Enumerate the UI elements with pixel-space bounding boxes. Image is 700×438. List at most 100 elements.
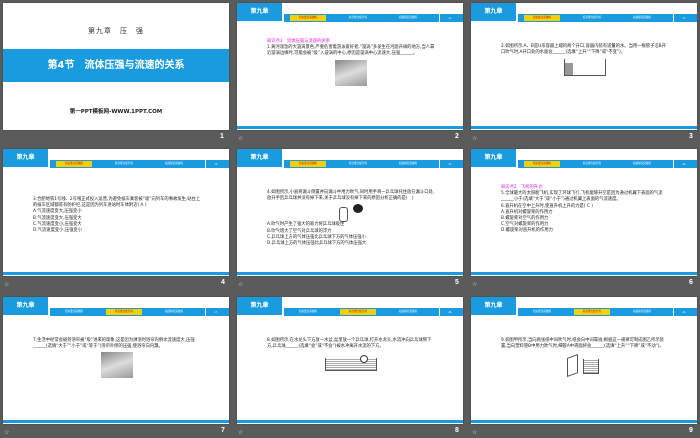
chapter-label: 第九章	[237, 297, 282, 315]
slide-content: 2.如图所示,A、B是U形容器上端的两个开口,容器内装有适量的水。当用一根管子沿…	[501, 44, 669, 77]
section-tab-bar: 知识要点基础练 综合能力提升练 拓展探究突破练 -9-	[518, 308, 697, 316]
tab-extended[interactable]: 拓展探究突破练	[390, 15, 426, 21]
girl-head	[353, 204, 363, 214]
slide-number: 4	[221, 279, 225, 286]
slide-content: 知识点1 流体压强与流速的关系 1.黄河湍急的大漩涡景色,严重危害着游泳爱好者,“…	[267, 39, 435, 86]
question-text: D.气流速度变小,压强变小	[33, 228, 83, 234]
page-indicator: -9-	[673, 308, 694, 316]
slide-content: 知识点2 飞机的升力 5.全球最大的太阳能飞机,实现了环球飞行,飞机能够升空是因为…	[501, 185, 669, 235]
bottom-bar	[3, 272, 229, 275]
u-tube-figure	[564, 59, 606, 77]
star-icon[interactable]: ☆	[238, 281, 243, 288]
section-tab-bar: 知识要点基础练 综合能力提升练 拓展探究突破练 -4-	[50, 160, 229, 168]
basin-figure	[325, 355, 377, 372]
tab-comprehensive[interactable]: 综合能力提升练	[106, 309, 142, 315]
slide-content: 7.生活中经常会碰到浴帘被“吸”进来的现象,这是因为淋浴时浴帘内侧水流速度大,压…	[33, 338, 201, 379]
beaker	[583, 359, 599, 375]
star-icon[interactable]: ☆	[238, 429, 243, 436]
slide-number: 6	[689, 279, 693, 286]
site-label: 第一PPT模板网-WWW.1PPT.COM	[69, 109, 163, 115]
chapter-label: 第九章	[3, 149, 48, 167]
tab-extended[interactable]: 拓展探究突破练	[390, 309, 426, 315]
ping-pong-ball	[360, 355, 368, 364]
page-indicator: -6-	[673, 160, 694, 168]
page-indicator: -5-	[439, 160, 460, 168]
question-text: 2.如图所示,A、B是U形容器上端的两个开口,容器内装有适量的水。当用一根管子沿…	[501, 44, 666, 56]
funnel-figure	[337, 204, 365, 223]
question-text: 4.如图所示,小丽将漏斗倒置并向漏斗中用力吹气,同时用手将一乒乓球托住放在漏斗口…	[267, 190, 435, 202]
star-icon[interactable]: ☆	[472, 135, 477, 142]
slide-number: 7	[221, 427, 225, 434]
tab-comprehensive[interactable]: 综合能力提升练	[574, 309, 610, 315]
question-text: 7.生活中经常会碰到浴帘被“吸”进来的现象,这是因为淋浴时浴帘内侧水流速度大,压…	[33, 338, 195, 350]
slide-thumbnail-3[interactable]: 第九章 知识要点基础练 综合能力提升练 拓展探究突破练 -3- 2.如图所示,A、B是U形…	[471, 3, 697, 130]
tab-basic[interactable]: 知识要点基础练	[56, 161, 92, 167]
question-text: 1.黄河湍急的大漩涡景色,严重危害着游泳爱好者,“漩涡”多发生在河面开阔的地方,…	[267, 45, 435, 57]
slide-thumbnail-1[interactable]: 第九章 压 强 第4节 流体压强与流速的关系 第一PPT模板网-WWW.1PPT…	[3, 3, 229, 130]
slide-content: 4.如图所示,小丽将漏斗倒置并向漏斗中用力吹气,同时用手将一乒乓球托住放在漏斗口…	[267, 190, 435, 247]
question-text: D.螺旋桨对直升机的作用力	[501, 228, 553, 234]
chapter-label: 第九章	[471, 149, 516, 167]
chapter-label: 第九章	[237, 149, 282, 167]
chapter-label: 第九章	[3, 297, 48, 315]
question-text: 3.合肥地铁1号线、2号线正式投入运营,为避免候车乘客被“吸”向列车的事故发生,…	[33, 197, 201, 209]
tab-basic[interactable]: 知识要点基础练	[524, 15, 560, 21]
slide-thumbnail-5[interactable]: 第九章知识要点基础练 综合能力提升练 拓展探究突破练 -5- 4.如图所示,小丽将漏斗倒…	[237, 149, 463, 276]
chapter-title: 第九章 压 强	[88, 27, 144, 35]
slide-thumbnail-7[interactable]: 第九章知识要点基础练 综合能力提升练 拓展探究突破练 -7- 7.生活中经常会碰到浴帘被…	[3, 297, 229, 424]
chapter-label: 第九章	[471, 297, 516, 315]
option-text: D.乒乓球上方的气体压强比乒乓球下方的气体压强大	[267, 241, 367, 247]
bottom-bar	[3, 420, 229, 423]
tab-extended[interactable]: 拓展探究突破练	[156, 161, 192, 167]
slide-number: 5	[455, 279, 459, 286]
star-icon[interactable]: ☆	[472, 281, 477, 288]
slide-thumbnail-8[interactable]: 第九章知识要点基础练 综合能力提升练 拓展探究突破练 -8- 8.如图所示,在水龙头下方…	[237, 297, 463, 424]
funnel	[339, 207, 348, 223]
slide-number: 3	[689, 133, 693, 140]
star-icon[interactable]: ☆	[238, 135, 243, 142]
tab-basic[interactable]: 知识要点基础练	[290, 15, 326, 21]
slide-content: 3.合肥地铁1号线、2号线正式投入运营,为避免候车乘客被“吸”向列车的事故发生,…	[33, 197, 201, 234]
section-tab-bar: 知识要点基础练 综合能力提升练 拓展探究突破练 -7-	[50, 308, 229, 316]
chapter-label: 第九章	[471, 3, 516, 21]
tab-comprehensive[interactable]: 综合能力提升练	[340, 309, 376, 315]
tab-extended[interactable]: 拓展探究突破练	[624, 161, 660, 167]
page-indicator: -4-	[205, 160, 226, 168]
tab-extended[interactable]: 拓展探究突破练	[624, 15, 660, 21]
star-icon[interactable]: ☆	[472, 429, 477, 436]
tab-extended[interactable]: 拓展探究突破练	[624, 309, 660, 315]
slide-number: 2	[455, 133, 459, 140]
slide-number: 1	[220, 133, 224, 140]
tab-basic[interactable]: 知识要点基础练	[524, 161, 560, 167]
slide-thumbnail-9[interactable]: 第九章知识要点基础练 综合能力提升练 拓展探究突破练 -9- 9.如图甲所示,当向两张纸…	[471, 297, 697, 424]
star-icon[interactable]: ☆	[4, 429, 9, 436]
tab-comprehensive[interactable]: 综合能力提升练	[340, 161, 376, 167]
tab-basic[interactable]: 知识要点基础练	[524, 309, 560, 315]
slide-thumbnail-4[interactable]: 第九章知识要点基础练 综合能力提升练 拓展探究突破练 -4- 3.合肥地铁1号线、2号线…	[3, 149, 229, 276]
page-indicator: -8-	[439, 308, 460, 316]
slide-content: 8.如图所示,在水龙头下方放一水盆,盆里放一个乒乓球,打开水龙头,水流冲向乒乓球…	[267, 338, 435, 372]
tab-extended[interactable]: 拓展探究突破练	[156, 309, 192, 315]
bottom-bar	[471, 272, 697, 275]
page-indicator: -7-	[205, 308, 226, 316]
tab-basic[interactable]: 知识要点基础练	[290, 161, 326, 167]
photo-figure	[335, 59, 367, 86]
water	[565, 63, 573, 76]
tab-extended[interactable]: 拓展探究突破练	[390, 161, 426, 167]
tab-comprehensive[interactable]: 综合能力提升练	[574, 15, 610, 21]
tab-comprehensive[interactable]: 综合能力提升练	[574, 161, 610, 167]
slide-content: 9.如图甲所示,当向两张纸中间吹气时,纸会向中间靠拢;根据这一规律可制成图乙所示…	[501, 338, 669, 378]
star-icon[interactable]: ☆	[4, 281, 9, 288]
section-tab-bar: 知识要点基础练 综合能力提升练 拓展探究突破练 -8-	[284, 308, 463, 316]
slide-number: 9	[689, 427, 693, 434]
tab-basic[interactable]: 知识要点基础练	[290, 309, 326, 315]
chapter-label: 第九章	[237, 3, 282, 21]
tab-basic[interactable]: 知识要点基础练	[56, 309, 92, 315]
tab-comprehensive[interactable]: 综合能力提升练	[106, 161, 142, 167]
bottom-bar	[471, 420, 697, 423]
tab-comprehensive[interactable]: 综合能力提升练	[340, 15, 376, 21]
slide-thumbnail-6[interactable]: 第九章知识要点基础练 综合能力提升练 拓展探究突破练 -6- 知识点2 飞机的升力 5.全…	[471, 149, 697, 276]
page-indicator: -2-	[439, 14, 460, 22]
bottom-bar	[237, 272, 463, 275]
slide-thumbnail-2[interactable]: 第九章知识要点基础练 综合能力提升练 拓展探究突破练 -2- 知识点1 流体压强与流速的…	[237, 3, 463, 130]
